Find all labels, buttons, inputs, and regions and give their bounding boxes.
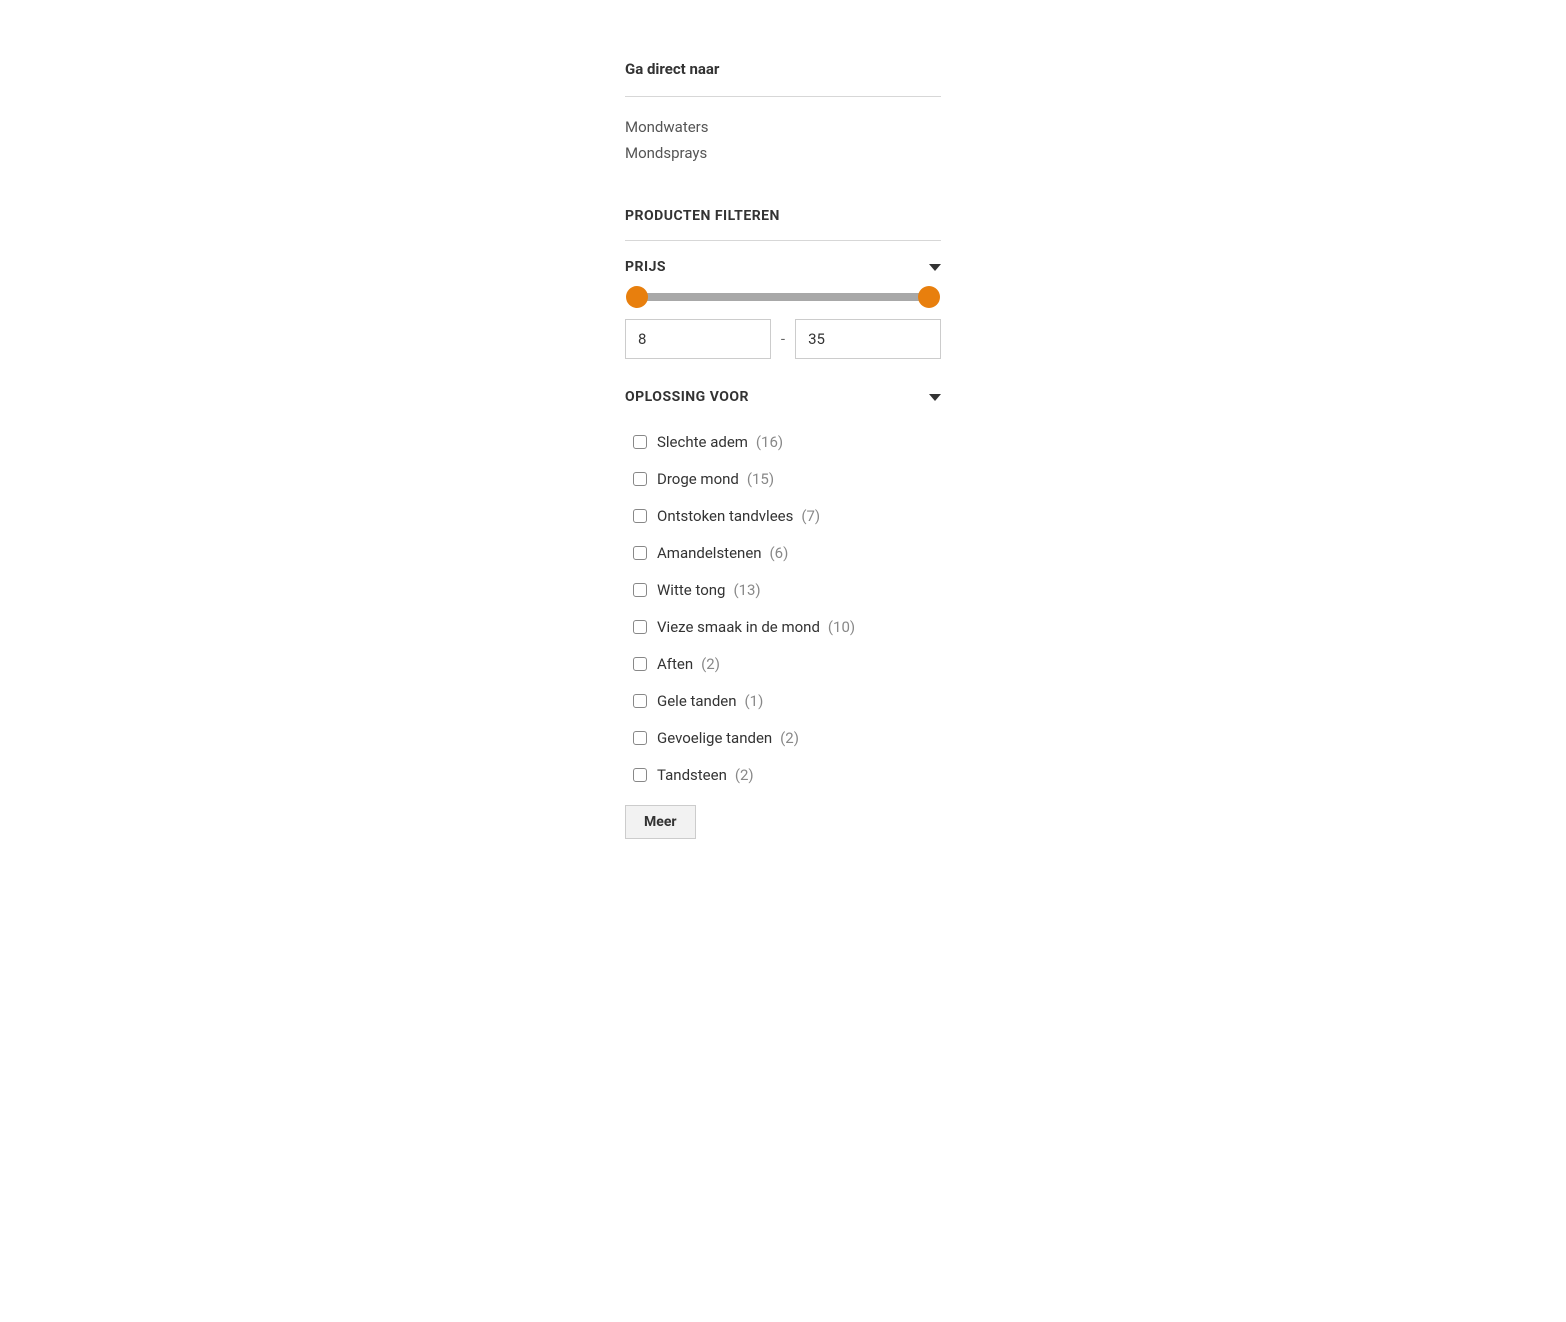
checkbox-item-aften[interactable]: Aften (2) — [633, 645, 941, 682]
checkbox-count: (1) — [745, 692, 764, 710]
filter-price-header[interactable]: PRIJS — [625, 259, 941, 275]
chevron-down-icon — [929, 394, 941, 401]
checkbox-count: (2) — [735, 766, 754, 784]
filter-products-header: PRODUCTEN FILTEREN — [625, 208, 941, 224]
checkbox-icon — [633, 435, 647, 449]
checkbox-count: (10) — [828, 618, 855, 636]
checkbox-label: Witte tong — [657, 581, 725, 599]
checkbox-icon — [633, 472, 647, 486]
filter-section-solution: OPLOSSING VOOR Slechte adem (16) Droge m… — [625, 389, 941, 839]
price-slider-track[interactable] — [637, 293, 929, 301]
checkbox-item-vieze-smaak[interactable]: Vieze smaak in de mond (10) — [633, 608, 941, 645]
divider — [625, 96, 941, 97]
checkbox-count: (13) — [733, 581, 760, 599]
checkbox-item-gele-tanden[interactable]: Gele tanden (1) — [633, 682, 941, 719]
price-min-input[interactable] — [625, 319, 771, 359]
checkbox-item-witte-tong[interactable]: Witte tong (13) — [633, 571, 941, 608]
checkbox-item-tandsteen[interactable]: Tandsteen (2) — [633, 756, 941, 793]
checkbox-icon — [633, 620, 647, 634]
filter-solution-title: OPLOSSING VOOR — [625, 389, 749, 405]
filter-sidebar: Ga direct naar Mondwaters Mondsprays PRO… — [623, 60, 943, 839]
checkbox-label: Aften — [657, 655, 693, 673]
filter-solution-header[interactable]: OPLOSSING VOOR — [625, 389, 941, 405]
checkbox-label: Gevoelige tanden — [657, 729, 772, 747]
more-button[interactable]: Meer — [625, 805, 696, 839]
checkbox-label: Ontstoken tandvlees — [657, 507, 793, 525]
checkbox-count: (16) — [756, 433, 783, 451]
price-separator: - — [781, 330, 785, 348]
price-slider-handle-max[interactable] — [918, 286, 940, 308]
checkbox-icon — [633, 546, 647, 560]
checkbox-item-slechte-adem[interactable]: Slechte adem (16) — [633, 423, 941, 460]
price-max-input[interactable] — [795, 319, 941, 359]
filter-price-title: PRIJS — [625, 259, 666, 275]
divider — [625, 240, 941, 241]
checkbox-icon — [633, 509, 647, 523]
nav-link-mondsprays[interactable]: Mondsprays — [625, 141, 941, 167]
nav-link-mondwaters[interactable]: Mondwaters — [625, 115, 941, 141]
direct-nav-title: Ga direct naar — [625, 60, 941, 78]
price-slider-handle-min[interactable] — [626, 286, 648, 308]
checkbox-label: Gele tanden — [657, 692, 737, 710]
checkbox-icon — [633, 694, 647, 708]
checkbox-icon — [633, 583, 647, 597]
checkbox-icon — [633, 731, 647, 745]
price-inputs-row: - — [625, 319, 941, 359]
checkbox-label: Slechte adem — [657, 433, 748, 451]
checkbox-item-amandelstenen[interactable]: Amandelstenen (6) — [633, 534, 941, 571]
filter-section-price: PRIJS - — [625, 259, 941, 359]
checkbox-count: (2) — [780, 729, 799, 747]
solution-checkbox-list: Slechte adem (16) Droge mond (15) Ontsto… — [625, 423, 941, 793]
checkbox-item-ontstoken-tandvlees[interactable]: Ontstoken tandvlees (7) — [633, 497, 941, 534]
checkbox-item-droge-mond[interactable]: Droge mond (15) — [633, 460, 941, 497]
checkbox-count: (15) — [747, 470, 774, 488]
checkbox-icon — [633, 657, 647, 671]
direct-nav-links: Mondwaters Mondsprays — [625, 115, 941, 166]
checkbox-item-gevoelige-tanden[interactable]: Gevoelige tanden (2) — [633, 719, 941, 756]
checkbox-count: (6) — [770, 544, 789, 562]
checkbox-label: Vieze smaak in de mond — [657, 618, 820, 636]
checkbox-label: Droge mond — [657, 470, 739, 488]
checkbox-icon — [633, 768, 647, 782]
checkbox-label: Tandsteen — [657, 766, 727, 784]
chevron-down-icon — [929, 264, 941, 271]
checkbox-label: Amandelstenen — [657, 544, 762, 562]
checkbox-count: (7) — [801, 507, 820, 525]
checkbox-count: (2) — [701, 655, 720, 673]
